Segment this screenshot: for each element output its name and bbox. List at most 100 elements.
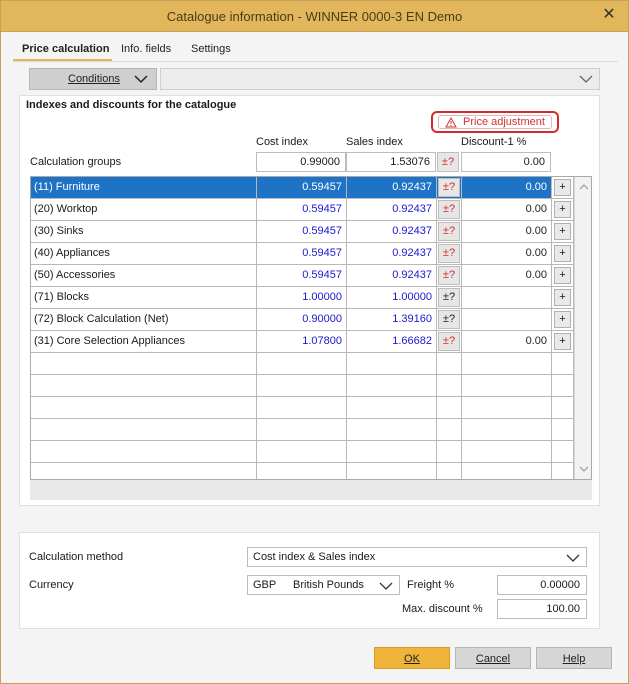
sales-index-cell[interactable]: 1.00000 [347,287,437,309]
cost-index-cell[interactable] [257,397,347,419]
expand-plus-button[interactable]: + [554,179,571,196]
discount-cell[interactable]: 0.00 [462,243,552,265]
cost-index-cell[interactable]: 1.00000 [257,287,347,309]
cost-index-cell[interactable]: 0.59457 [257,243,347,265]
cost-index-cell[interactable] [257,375,347,397]
tab-info-fields[interactable]: Info. fields [121,43,171,55]
expand-plus-button[interactable]: + [554,223,571,240]
cost-index-cell[interactable]: 1.07800 [257,331,347,353]
group-name-cell[interactable]: (31) Core Selection Appliances [31,331,257,353]
sales-index-cell[interactable] [347,463,437,479]
discount-cell[interactable] [462,309,552,331]
price-adjust-button[interactable]: ±? [438,222,460,241]
group-name-cell[interactable]: (50) Accessories [31,265,257,287]
discount-cell[interactable] [462,287,552,309]
discount-cell[interactable]: 0.00 [462,177,552,199]
sales-index-cell[interactable]: 0.92437 [347,177,437,199]
calc-groups-sales-field[interactable]: 1.53076 [346,152,436,172]
price-adjust-button[interactable]: ±? [438,178,460,197]
tab-price-calculation[interactable]: Price calculation [22,43,109,55]
calc-groups-discount-field[interactable]: 0.00 [461,152,551,172]
sales-index-cell[interactable] [347,375,437,397]
sales-index-cell[interactable] [347,419,437,441]
cost-index-cell[interactable]: 0.59457 [257,265,347,287]
cancel-button[interactable]: Cancel [455,647,531,669]
cost-index-cell[interactable] [257,441,347,463]
tab-settings[interactable]: Settings [191,43,231,55]
discount-cell[interactable]: 0.00 [462,221,552,243]
sales-index-cell[interactable]: 0.92437 [347,243,437,265]
expand-plus-button[interactable]: + [554,245,571,262]
expand-plus-button[interactable]: + [554,267,571,284]
calc-method-select[interactable]: Cost index & Sales index [247,547,587,567]
ok-button[interactable]: OK [374,647,450,669]
group-name-cell[interactable] [31,353,257,375]
discount-cell[interactable] [462,463,552,479]
sales-index-cell[interactable]: 0.92437 [347,199,437,221]
price-adjust-button[interactable]: ±? [438,200,460,219]
sales-index-cell[interactable]: 1.39160 [347,309,437,331]
freight-field[interactable]: 0.00000 [497,575,587,595]
price-adjustment-button[interactable]: Price adjustment [431,111,559,133]
expand-plus-button[interactable]: + [554,333,571,350]
cost-index-cell[interactable] [257,353,347,375]
cost-index-cell[interactable]: 0.90000 [257,309,347,331]
price-adjust-button[interactable]: ±? [438,310,460,329]
group-name-cell[interactable]: (40) Appliances [31,243,257,265]
currency-select[interactable]: GBP British Pounds [247,575,400,595]
table-row[interactable]: (71) Blocks 1.00000 1.00000 ±? + [31,287,574,309]
max-discount-field[interactable]: 100.00 [497,599,587,619]
table-row[interactable]: (31) Core Selection Appliances 1.07800 1.6… [31,331,574,353]
empty-table-row[interactable] [31,397,574,419]
group-name-cell[interactable]: (71) Blocks [31,287,257,309]
discount-cell[interactable] [462,441,552,463]
cost-index-cell[interactable]: 0.59457 [257,177,347,199]
table-row[interactable]: (40) Appliances 0.59457 0.92437 ±? 0.00 + [31,243,574,265]
group-name-cell[interactable]: (20) Worktop [31,199,257,221]
expand-plus-button[interactable]: + [554,311,571,328]
calc-groups-cost-field[interactable]: 0.99000 [256,152,346,172]
help-button[interactable]: Help [536,647,612,669]
price-adjust-button[interactable]: ±? [438,244,460,263]
conditions-select[interactable] [160,68,600,90]
cost-index-cell[interactable]: 0.59457 [257,221,347,243]
price-adjust-button[interactable]: ±? [438,288,460,307]
discount-cell[interactable] [462,375,552,397]
expand-plus-button[interactable]: + [554,289,571,306]
group-name-cell[interactable]: (30) Sinks [31,221,257,243]
price-adjust-button[interactable]: ±? [438,332,460,351]
table-row[interactable]: (30) Sinks 0.59457 0.92437 ±? 0.00 + [31,221,574,243]
sales-index-cell[interactable]: 0.92437 [347,221,437,243]
discount-cell[interactable]: 0.00 [462,199,552,221]
cost-index-cell[interactable] [257,463,347,479]
group-name-cell[interactable]: (72) Block Calculation (Net) [31,309,257,331]
price-adjust-button[interactable]: ±? [438,266,460,285]
group-name-cell[interactable] [31,463,257,479]
discount-cell[interactable]: 0.00 [462,331,552,353]
empty-table-row[interactable] [31,375,574,397]
cost-index-cell[interactable]: 0.59457 [257,199,347,221]
group-name-cell[interactable] [31,419,257,441]
group-name-cell[interactable]: (11) Furniture [31,177,257,199]
conditions-button[interactable]: Conditions [29,68,157,90]
empty-table-row[interactable] [31,419,574,441]
group-name-cell[interactable] [31,441,257,463]
table-row[interactable]: (11) Furniture 0.59457 0.92437 ±? 0.00 + [31,177,574,199]
group-name-cell[interactable] [31,397,257,419]
empty-table-row[interactable] [31,353,574,375]
discount-cell[interactable]: 0.00 [462,265,552,287]
sales-index-cell[interactable]: 1.66682 [347,331,437,353]
empty-table-row[interactable] [31,463,574,479]
table-row[interactable]: (72) Block Calculation (Net) 0.90000 1.391… [31,309,574,331]
group-name-cell[interactable] [31,375,257,397]
sales-index-cell[interactable] [347,353,437,375]
discount-cell[interactable] [462,419,552,441]
sales-index-cell[interactable] [347,397,437,419]
calc-groups-adjust-button[interactable]: ±? [437,152,459,172]
cost-index-cell[interactable] [257,419,347,441]
table-row[interactable]: (20) Worktop 0.59457 0.92437 ±? 0.00 + [31,199,574,221]
discount-cell[interactable] [462,397,552,419]
expand-plus-button[interactable]: + [554,201,571,218]
scroll-up-icon[interactable] [579,183,589,191]
sales-index-cell[interactable] [347,441,437,463]
